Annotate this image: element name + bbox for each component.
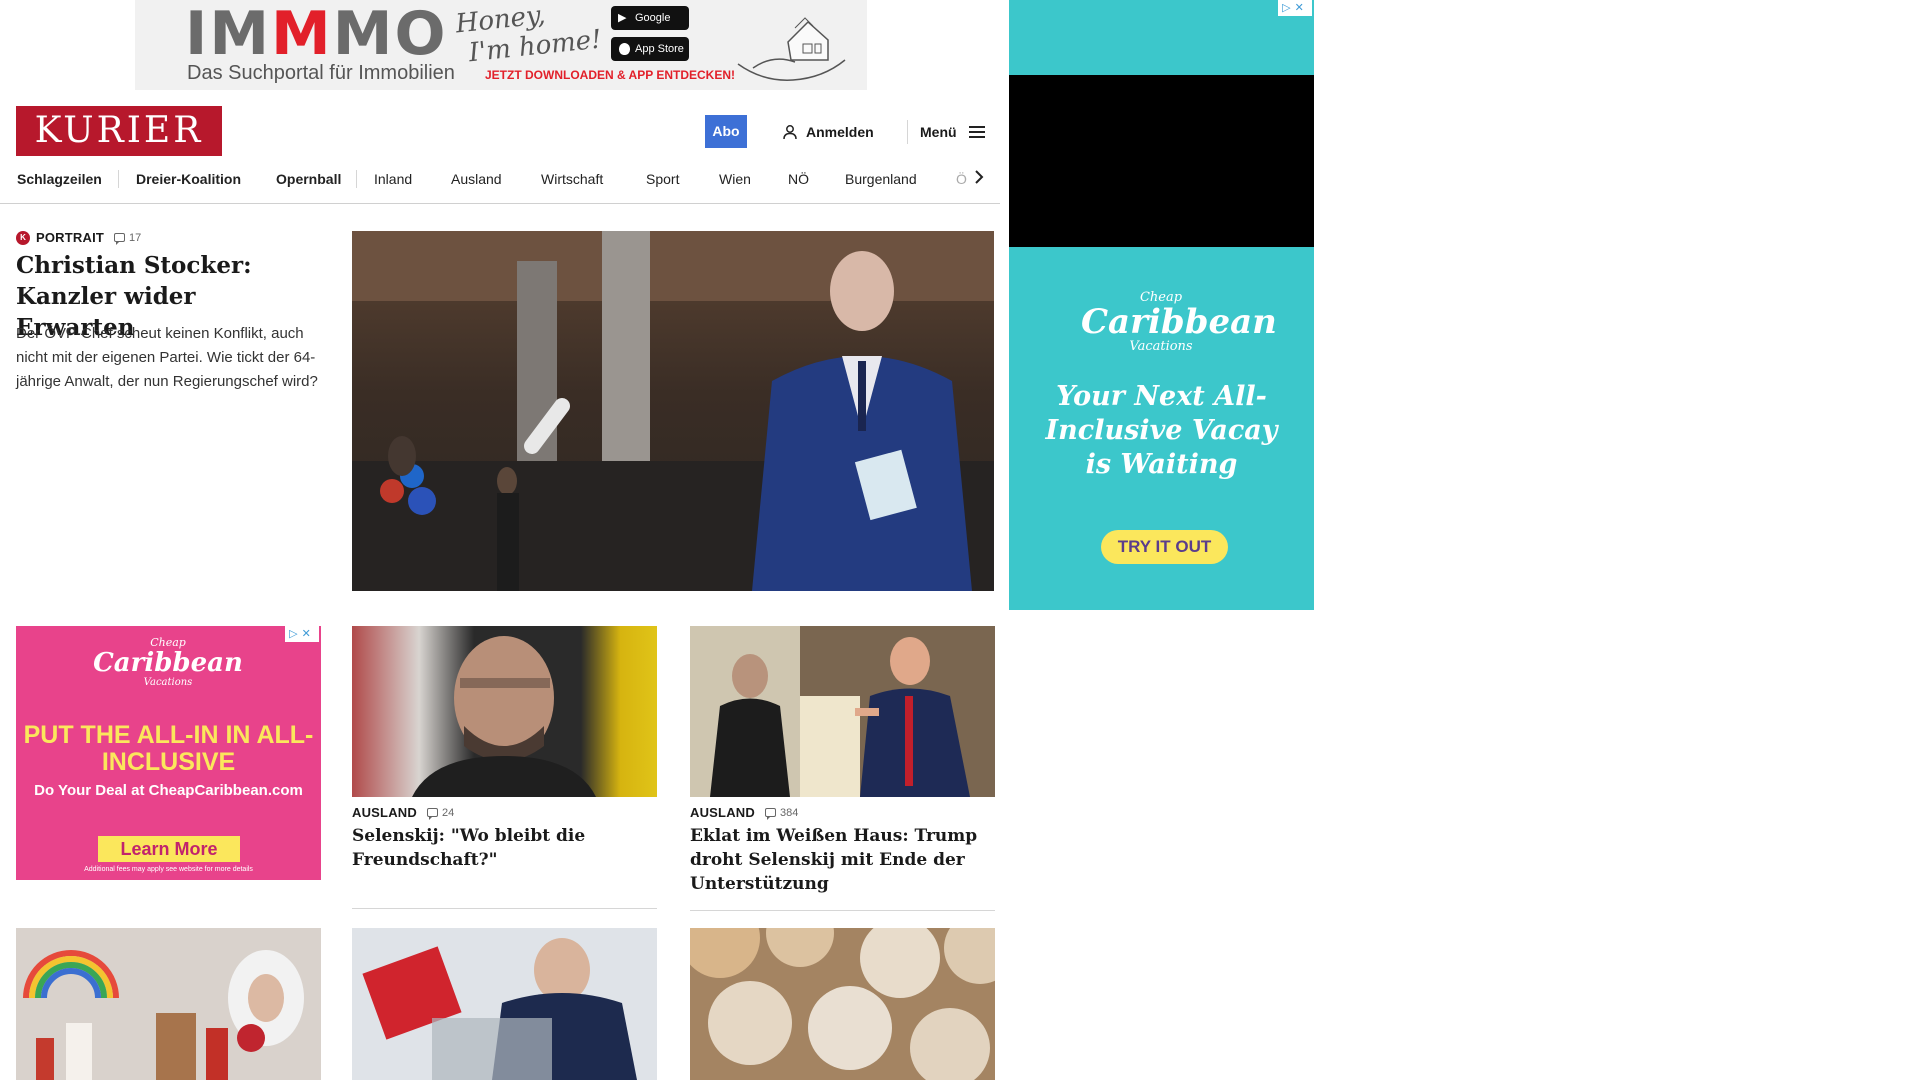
user-icon bbox=[783, 125, 797, 140]
login-link[interactable]: Anmelden bbox=[782, 120, 874, 144]
side-ad-video[interactable] bbox=[1009, 75, 1314, 247]
side-ad-text: Your Next All-Inclusive Vacay is Waiting bbox=[1045, 381, 1278, 480]
nav-item-wien[interactable]: Wien bbox=[719, 164, 751, 203]
immmo-tagline: Das Suchportal für Immobilien bbox=[187, 62, 455, 84]
nav-divider bbox=[118, 170, 119, 188]
lead-image[interactable] bbox=[352, 231, 994, 591]
side-ad-top-panel bbox=[1009, 0, 1314, 75]
menu-label: Menü bbox=[920, 124, 957, 140]
app-store-badge[interactable]: App Store bbox=[611, 37, 689, 61]
nav-item-sport[interactable]: Sport bbox=[646, 164, 679, 203]
top-ad-banner[interactable]: IMMMO Das Suchportal für Immobilien Hone… bbox=[135, 0, 867, 90]
nav-item-dreier-koalition[interactable]: Dreier-Koalition bbox=[136, 164, 241, 203]
lead-comments[interactable]: 17 bbox=[114, 232, 141, 245]
menu-button[interactable]: Menü bbox=[920, 120, 985, 144]
abo-button[interactable]: Abo bbox=[705, 115, 747, 148]
immmo-cta-text: JETZT DOWNLOADEN & APP ENTDECKEN! bbox=[485, 68, 736, 82]
card-divider bbox=[690, 910, 995, 911]
comment-icon bbox=[114, 233, 126, 245]
header-divider bbox=[907, 120, 908, 144]
card-divider bbox=[352, 908, 657, 909]
nav-item-inland[interactable]: Inland bbox=[374, 164, 412, 203]
left-ad-fine-print: Additional fees may apply see website fo… bbox=[84, 866, 253, 873]
card-headline[interactable]: Eklat im Weißen Haus: Trump droht Selens… bbox=[690, 824, 995, 896]
nav-item-burgenland[interactable]: Burgenland bbox=[845, 164, 917, 203]
card-meta: AUSLAND 384 bbox=[690, 805, 798, 820]
nav-item-opernball[interactable]: Opernball bbox=[276, 164, 341, 203]
immmo-logo: IMMMO bbox=[185, 0, 448, 69]
side-ad[interactable]: ▷✕ Cheap Caribbean Vacations Your Next A… bbox=[1009, 0, 1314, 610]
chevron-right-icon[interactable] bbox=[968, 168, 990, 190]
adchoices-icon[interactable]: ▷✕ bbox=[1278, 0, 1312, 16]
nav-item-oe[interactable]: Ö bbox=[956, 164, 967, 203]
card-meta: AUSLAND 24 bbox=[352, 805, 454, 820]
card-comments[interactable]: 24 bbox=[426, 807, 454, 820]
try-it-out-button[interactable]: TRY IT OUT bbox=[1101, 530, 1228, 564]
nav-item-wirtschaft[interactable]: Wirtschaft bbox=[541, 164, 603, 203]
cheapcaribbean-logo: Cheap Caribbean Vacations bbox=[1081, 290, 1277, 354]
lead-kicker[interactable]: PORTRAIT bbox=[36, 230, 104, 245]
login-label: Anmelden bbox=[806, 124, 874, 140]
nav-item-noe[interactable]: NÖ bbox=[788, 164, 809, 203]
card-image-eklat[interactable] bbox=[690, 626, 995, 797]
kurier-logo[interactable]: KURIER bbox=[16, 106, 222, 156]
card-comments[interactable]: 384 bbox=[764, 807, 798, 820]
comment-icon bbox=[764, 808, 776, 820]
section-nav: Schlagzeilen Dreier-Koalition Opernball … bbox=[0, 164, 1000, 204]
card-kicker[interactable]: AUSLAND bbox=[690, 805, 755, 820]
card-image-spoe[interactable] bbox=[352, 928, 657, 1080]
learn-more-button[interactable]: Learn More bbox=[98, 836, 240, 862]
card-kicker[interactable]: AUSLAND bbox=[352, 805, 417, 820]
nav-divider bbox=[356, 170, 357, 188]
card-image-pope-memorial[interactable] bbox=[16, 928, 321, 1080]
lead-teaser[interactable]: Der ÖVP-Chef scheut keinen Konflikt, auc… bbox=[16, 322, 326, 394]
left-ad-subtext: Do Your Deal at CheapCaribbean.com bbox=[34, 782, 303, 799]
immmo-script-text: Honey, I'm home! bbox=[454, 0, 603, 69]
nav-item-ausland[interactable]: Ausland bbox=[451, 164, 502, 203]
card-image-selenskij[interactable] bbox=[352, 626, 657, 797]
lead-meta: K PORTRAIT 17 bbox=[16, 230, 141, 245]
hand-house-icon bbox=[737, 17, 846, 81]
nav-item-schlagzeilen[interactable]: Schlagzeilen bbox=[17, 164, 102, 203]
adchoices-icon[interactable]: ▷✕ bbox=[285, 626, 319, 642]
cheapcaribbean-logo: Cheap Caribbean Vacations bbox=[93, 636, 243, 688]
comment-icon bbox=[426, 808, 438, 820]
google-play-badge[interactable]: Google Play bbox=[611, 6, 689, 48]
left-ad[interactable]: ▷✕ Cheap Caribbean Vacations PUT THE ALL… bbox=[16, 626, 321, 880]
card-headline[interactable]: Selenskij: "Wo bleibt die Freundschaft?" bbox=[352, 824, 657, 872]
card-image-krapfen[interactable] bbox=[690, 928, 995, 1080]
left-ad-headline: PUT THE ALL-IN IN ALL-INCLUSIVE bbox=[23, 721, 314, 776]
kurier-badge-icon: K bbox=[16, 230, 30, 245]
hamburger-icon bbox=[968, 126, 985, 138]
